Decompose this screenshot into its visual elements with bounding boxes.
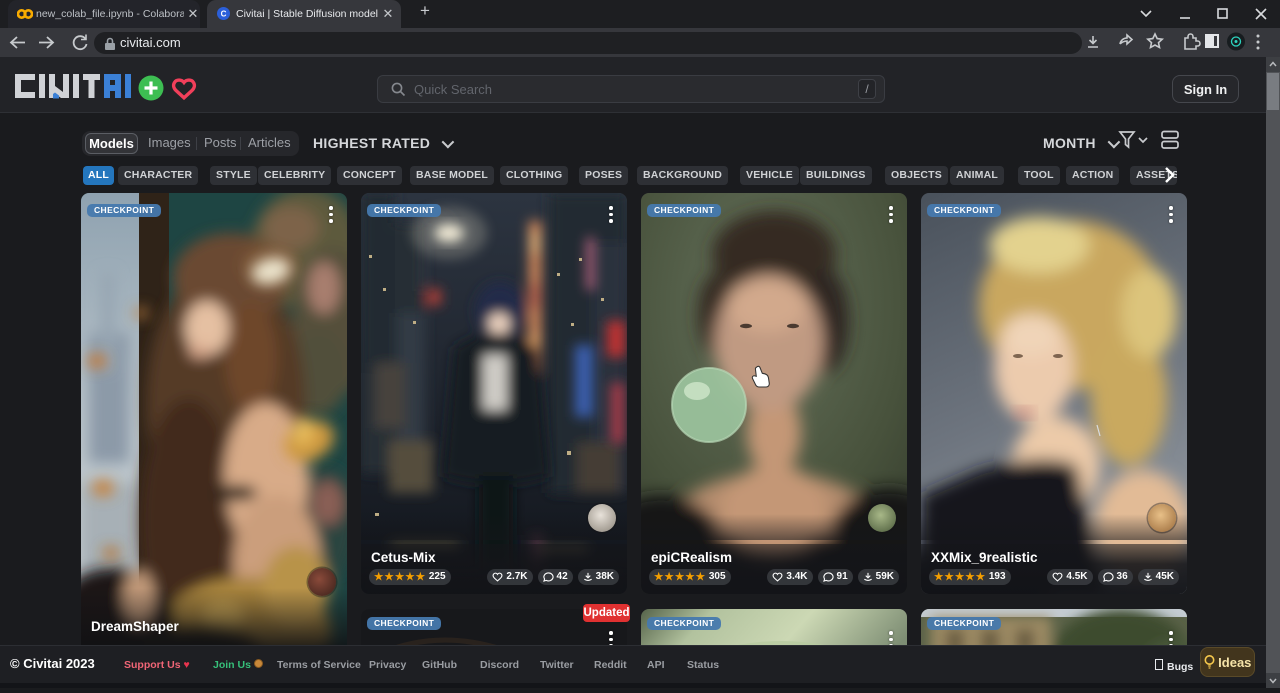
svg-text:C: C — [221, 9, 227, 18]
